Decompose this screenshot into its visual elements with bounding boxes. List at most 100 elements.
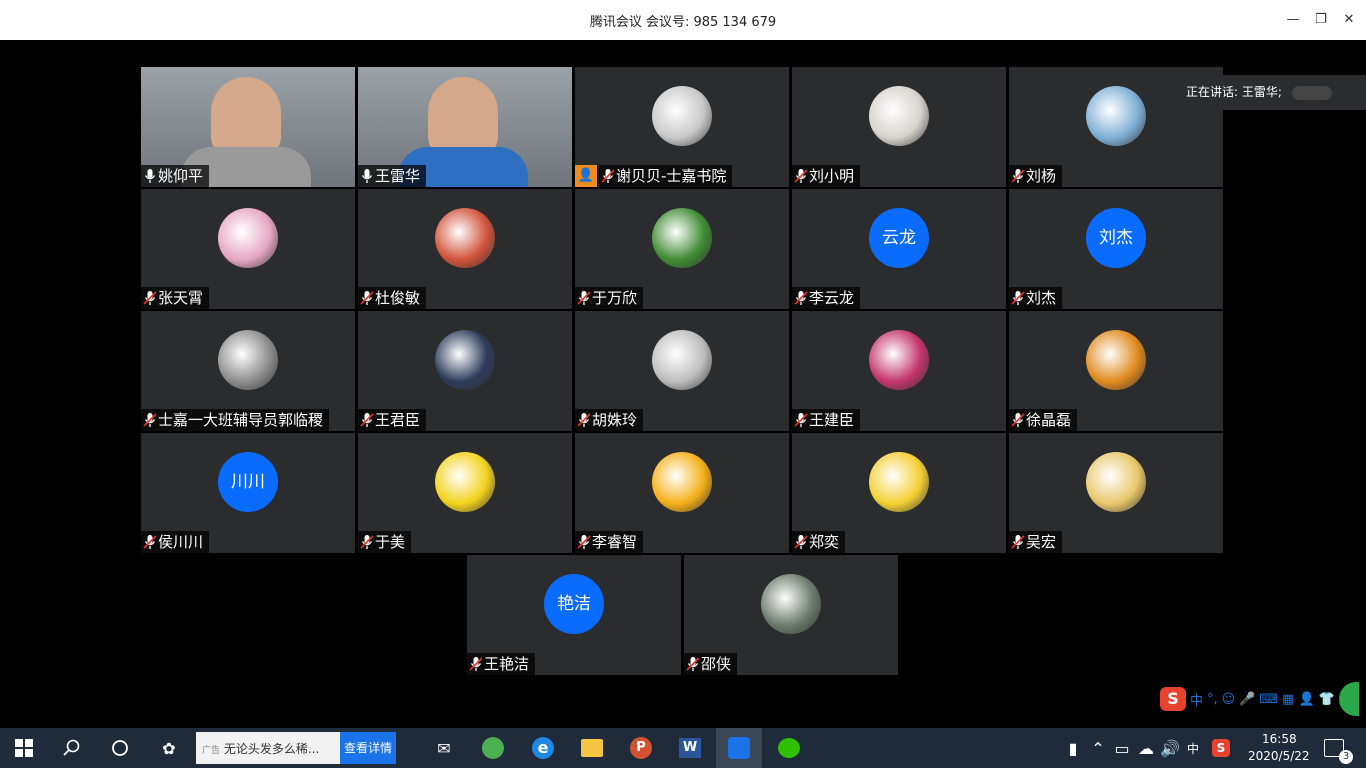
powerpoint-icon[interactable]: P	[629, 736, 653, 760]
participant-tile[interactable]: 张天霄	[141, 189, 355, 309]
participant-avatar	[1086, 86, 1146, 146]
participant-avatar	[435, 208, 495, 268]
participant-name-tag: 胡姝玲	[575, 409, 644, 431]
tencent-meeting-taskbar-active[interactable]	[716, 728, 762, 768]
participant-tile[interactable]: 邵侠	[684, 555, 898, 675]
notification-icon[interactable]: 3	[1322, 736, 1353, 764]
participant-name: 王建臣	[809, 411, 855, 429]
participant-name-tag: 侯川川	[141, 531, 210, 553]
ime-punct[interactable]: °,	[1207, 692, 1218, 707]
participant-name-tag: 于美	[358, 531, 412, 553]
grid-icon[interactable]: ▦	[1282, 692, 1294, 707]
participant-name: 杜俊敏	[375, 289, 421, 307]
mic-muted-icon	[794, 412, 808, 428]
participant-avatar	[869, 330, 929, 390]
mic-muted-icon	[686, 656, 700, 672]
participant-tile[interactable]: 王君臣	[358, 311, 572, 431]
mic-muted-icon	[577, 290, 591, 306]
participant-tile[interactable]: 刘杰 刘杰	[1009, 189, 1223, 309]
minimize-button[interactable]: —	[1283, 10, 1303, 30]
title-bar: 腾讯会议 会议号: 985 134 679 — ❐ ✕	[0, 0, 1366, 40]
ime-toolbar[interactable]: S 中 °, ☺ 🎤 ⌨ ▦ 👤 👕	[1160, 682, 1366, 716]
participant-name-tag: 李睿智	[575, 531, 644, 553]
participant-tile[interactable]: 胡姝玲	[575, 311, 789, 431]
ime-badge	[1338, 682, 1359, 716]
ad-details-button[interactable]: 查看详情	[340, 732, 396, 764]
mic-muted-icon	[1011, 290, 1025, 306]
battery-icon[interactable]: ▮	[1061, 736, 1085, 760]
participant-tile[interactable]: 姚仰平	[141, 67, 355, 187]
ime-lang[interactable]: 中	[1190, 690, 1203, 709]
participant-tile[interactable]: 云龙李云龙	[792, 189, 1006, 309]
clock-time[interactable]: 16:58	[1262, 732, 1297, 746]
participant-avatar	[652, 330, 712, 390]
sogou-tray-icon[interactable]: S	[1209, 736, 1233, 760]
participant-name: 李睿智	[592, 533, 638, 551]
tray-language[interactable]: 中	[1187, 740, 1199, 757]
emoji-icon[interactable]: ☺	[1222, 692, 1236, 707]
participant-name: 邵侠	[701, 655, 732, 673]
ad-widget[interactable]: 广告 无论头发多么稀... 查看详情	[196, 732, 396, 764]
windows-start-icon[interactable]	[12, 736, 36, 760]
participant-avatar	[652, 452, 712, 512]
participant-tile[interactable]: 刘小明	[792, 67, 1006, 187]
wechat-icon[interactable]	[777, 736, 801, 760]
shirt-icon[interactable]: 👕	[1319, 692, 1335, 707]
participant-name-tag: 王艳洁	[467, 653, 536, 675]
participant-name: 刘杨	[1026, 167, 1057, 185]
participant-tile[interactable]: 吴宏	[1009, 433, 1223, 553]
mic-muted-icon	[1011, 534, 1025, 550]
participant-tile[interactable]: 于美	[358, 433, 572, 553]
volume-icon[interactable]: 🔊	[1158, 736, 1182, 760]
person-silhouette	[211, 77, 281, 157]
mic-muted-icon	[360, 534, 374, 550]
mic-muted-icon	[143, 412, 157, 428]
tray-device-icon[interactable]: ▭	[1110, 736, 1134, 760]
participant-name-tag: 刘杰	[1009, 287, 1063, 309]
mic-icon[interactable]: 🎤	[1239, 692, 1255, 707]
network-icon[interactable]: ☁	[1134, 736, 1158, 760]
participant-name-tag: 王建臣	[792, 409, 861, 431]
video-gallery: 姚仰平 王雷华 👤 谢贝贝-士嘉书院 刘小明 刘杨 张天霄 杜俊敏 于万欣 云龙 李云龙 刘杰 刘杰 士嘉…	[0, 40, 1366, 728]
participant-name-tag: 于万欣	[575, 287, 644, 309]
mic-icon	[143, 168, 157, 184]
green-browser-icon[interactable]	[481, 736, 505, 760]
participant-avatar	[218, 330, 278, 390]
tray-up-chevron-icon[interactable]: ⌃	[1086, 736, 1110, 760]
word-icon[interactable]: W	[678, 736, 702, 760]
file-explorer-icon[interactable]	[580, 736, 604, 760]
restore-button[interactable]: ❐	[1311, 10, 1331, 30]
close-button[interactable]: ✕	[1339, 10, 1359, 30]
participant-tile[interactable]: 王建臣	[792, 311, 1006, 431]
participant-tile[interactable]: 李睿智	[575, 433, 789, 553]
keyboard-icon[interactable]: ⌨	[1259, 692, 1278, 707]
participant-tile[interactable]: 于万欣	[575, 189, 789, 309]
participant-avatar: 云龙	[869, 208, 929, 268]
participant-tile[interactable]: 👤 谢贝贝-士嘉书院	[575, 67, 789, 187]
participant-tile[interactable]: 士嘉一大班辅导员郭临稷	[141, 311, 355, 431]
participant-name-tag: 刘小明	[792, 165, 861, 187]
pinwheel-app-icon[interactable]: ✿	[157, 736, 181, 760]
participant-tile[interactable]: 艳洁 王艳洁	[467, 555, 681, 675]
participant-avatar	[1086, 330, 1146, 390]
mail-icon[interactable]: ✉	[432, 736, 456, 760]
participant-tile[interactable]: 王雷华	[358, 67, 572, 187]
participant-name: 李云龙	[809, 289, 855, 307]
participant-tile[interactable]: 川川 侯川川	[141, 433, 355, 553]
mic-muted-icon	[794, 168, 808, 184]
participant-tile[interactable]: 杜俊敏	[358, 189, 572, 309]
user-icon[interactable]: 👤	[1298, 692, 1314, 707]
cortana-icon[interactable]	[108, 736, 132, 760]
participant-tile[interactable]: 徐晶磊	[1009, 311, 1223, 431]
person-silhouette	[428, 77, 498, 157]
mic-muted-icon	[143, 534, 157, 550]
edge-icon[interactable]: e	[531, 736, 555, 760]
participant-avatar	[652, 86, 712, 146]
ad-text: 广告 无论头发多么稀...	[202, 742, 320, 756]
search-icon[interactable]	[60, 736, 84, 760]
participant-avatar: 川川	[218, 452, 278, 512]
participant-name-tag: 邵侠	[684, 653, 738, 675]
participant-tile[interactable]: 郑奕	[792, 433, 1006, 553]
clock-date[interactable]: 2020/5/22	[1248, 749, 1310, 763]
participant-name: 吴宏	[1026, 533, 1057, 551]
